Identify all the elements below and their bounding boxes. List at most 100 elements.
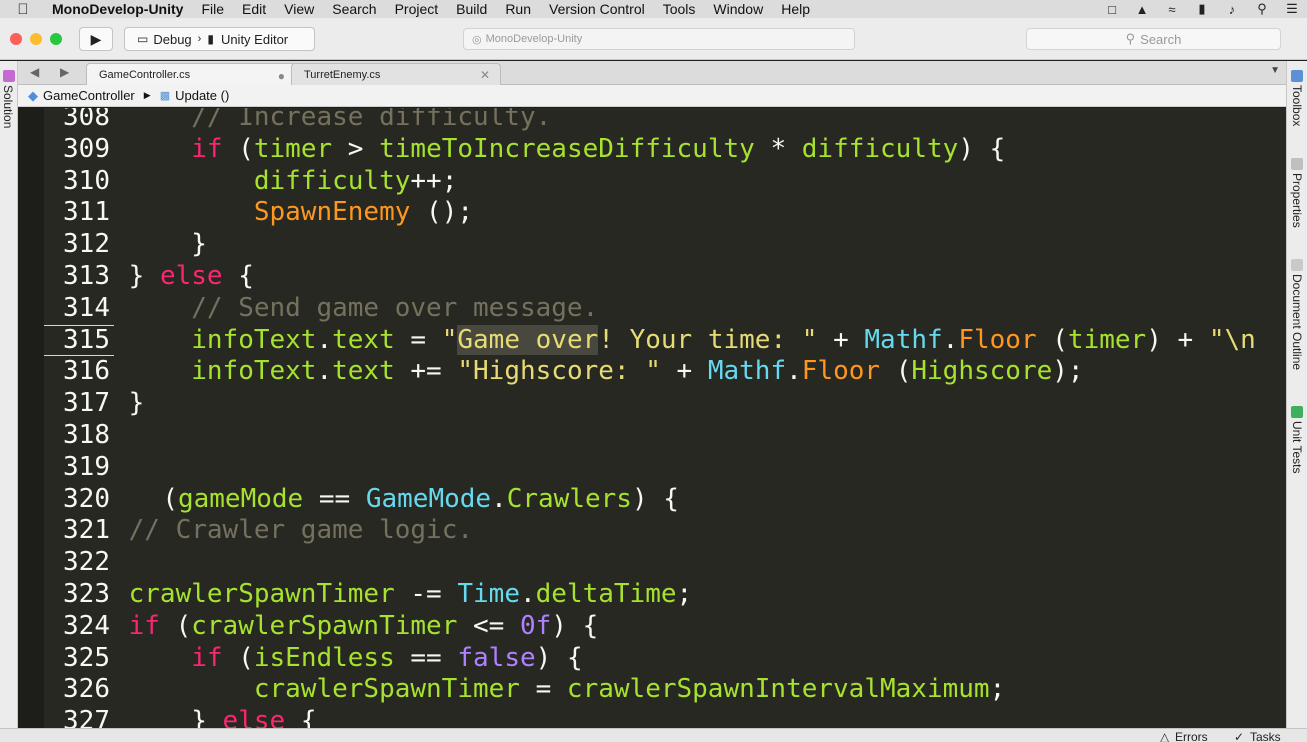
code-token: crawlerSpawnIntervalMaximum — [566, 674, 990, 705]
toolbox-icon — [1291, 70, 1303, 82]
menu-project[interactable]: Project — [386, 0, 448, 18]
code-token: { — [285, 706, 317, 728]
code-token: == — [303, 483, 366, 514]
volume-icon[interactable]: ♪ — [1217, 2, 1247, 17]
selection-icon[interactable]: □ — [1097, 2, 1127, 17]
menu-run[interactable]: Run — [496, 0, 540, 18]
menu-tools[interactable]: Tools — [654, 0, 705, 18]
code-token: ( — [162, 483, 178, 514]
config-label: Debug — [153, 31, 192, 47]
code-token: > — [332, 133, 380, 164]
left-pad-bar: Solution — [0, 61, 18, 742]
menu-bar:  MonoDevelop-Unity File Edit View Searc… — [0, 0, 1307, 18]
code-line: crawlerSpawnTimer -= Time.deltaTime; — [66, 579, 693, 611]
code-line: infoText.text += "Highscore: " + Mathf.F… — [66, 356, 1084, 388]
line-number: 322 — [63, 547, 110, 578]
configuration-selector[interactable]: ▭ Debug › ▮ Unity Editor — [124, 27, 315, 51]
code-token: ) { — [631, 483, 679, 514]
chevron-down-icon[interactable]: ▼ — [1270, 65, 1280, 76]
code-token: else — [159, 261, 223, 291]
line-number: 318 — [63, 420, 110, 450]
code-token: Floor — [801, 356, 881, 387]
properties-pad-tab[interactable]: Properties — [1290, 173, 1304, 228]
unit-tests-icon — [1291, 406, 1303, 418]
battery-icon[interactable]: ▮ — [1187, 1, 1217, 17]
drive-icon[interactable]: ▲ — [1127, 2, 1157, 17]
code-token: Highscore — [911, 356, 1053, 387]
code-token: ( — [222, 133, 254, 164]
code-token: == — [394, 642, 458, 673]
tab-game-controller[interactable]: GameController.cs ● — [86, 63, 296, 85]
unit-tests-pad-tab[interactable]: Unit Tests — [1290, 421, 1304, 473]
close-window-button[interactable] — [10, 33, 22, 45]
device-icon: ▮ — [207, 32, 214, 46]
menu-build[interactable]: Build — [447, 0, 496, 18]
solution-pad-tab[interactable]: Solution — [1, 85, 15, 128]
spotlight-icon[interactable]: ⚲ — [1247, 1, 1277, 17]
unsaved-dot-icon[interactable]: ● — [278, 69, 285, 83]
code-token: // Increase difficulty. — [191, 108, 552, 132]
menu-version-control[interactable]: Version Control — [540, 0, 654, 18]
tab-turret-enemy[interactable]: TurretEnemy.cs ✕ — [291, 63, 501, 85]
app-icon: ◎ — [472, 33, 482, 46]
menu-search[interactable]: Search — [323, 0, 385, 18]
breadcrumb-method[interactable]: Update () — [175, 88, 229, 103]
code-token: if — [191, 642, 223, 673]
search-field[interactable]: ⚲ Search — [1026, 28, 1281, 50]
code-line: (gameMode == GameMode.Crawlers) { — [131, 484, 679, 516]
code-token: ; — [989, 674, 1006, 705]
code-line: if (timer > timeToIncreaseDifficulty * d… — [66, 134, 1005, 166]
method-icon: ▩ — [159, 90, 171, 102]
forward-arrow-icon[interactable]: ▶ — [60, 65, 69, 79]
list-icon[interactable]: ☰ — [1277, 1, 1307, 17]
code-token: if — [128, 610, 160, 641]
code-token: isEndless — [253, 642, 395, 673]
tab-label: TurretEnemy.cs — [304, 68, 381, 81]
search-icon: ⚲ — [1125, 31, 1136, 46]
apple-icon[interactable]:  — [0, 1, 46, 18]
code-token: ! Your time: " — [598, 324, 818, 355]
zoom-window-button[interactable] — [50, 33, 62, 45]
toolbox-pad-tab[interactable]: Toolbox — [1290, 85, 1304, 126]
menu-view[interactable]: View — [275, 0, 323, 18]
minimize-window-button[interactable] — [30, 33, 42, 45]
code-editor[interactable]: 308 309 310 311 312 313 314 315 316 317 … — [18, 108, 1286, 728]
status-menus: □ ▲ ≈ ▮ ♪ ⚲ ☰ — [1097, 0, 1307, 18]
code-token: "\n — [1208, 324, 1256, 355]
errors-pad-button[interactable]: Errors — [1175, 730, 1208, 742]
tab-bar: ◀ ▶ GameController.cs ● TurretEnemy.cs ✕… — [18, 61, 1286, 85]
code-line: // Increase difficulty. — [66, 108, 551, 134]
code-token: Crawlers — [506, 483, 632, 514]
code-token: } — [128, 261, 160, 291]
code-token: + — [660, 356, 708, 387]
code-token: SpawnEnemy — [253, 197, 411, 228]
code-token: Game over — [457, 324, 599, 355]
code-token: timer — [253, 133, 333, 164]
code-token: ( — [222, 642, 254, 673]
menu-file[interactable]: File — [192, 0, 233, 18]
run-button[interactable]: ▶ — [79, 27, 113, 51]
back-arrow-icon[interactable]: ◀ — [30, 65, 39, 79]
document-outline-pad-tab[interactable]: Document Outline — [1290, 274, 1304, 370]
code-token: // Crawler game logic. — [128, 515, 473, 546]
wifi-icon[interactable]: ≈ — [1157, 2, 1187, 17]
menu-window[interactable]: Window — [704, 0, 772, 18]
tasks-pad-button[interactable]: Tasks — [1250, 730, 1281, 742]
menu-edit[interactable]: Edit — [233, 0, 275, 18]
breadcrumb-class[interactable]: GameController — [43, 88, 135, 103]
code-token: deltaTime — [535, 579, 677, 609]
code-token: ); — [1052, 356, 1084, 387]
status-bar: △ Errors ✓ Tasks — [0, 728, 1307, 742]
menu-help[interactable]: Help — [772, 0, 819, 18]
close-tab-icon[interactable]: ✕ — [480, 68, 490, 82]
code-line: } else { — [66, 706, 316, 728]
code-line: // Send game over message. — [66, 293, 598, 325]
code-token: } — [191, 229, 207, 260]
code-token: infoText — [191, 324, 317, 355]
menu-app-name[interactable]: MonoDevelop-Unity — [46, 0, 192, 18]
line-number: 320 — [63, 483, 110, 514]
